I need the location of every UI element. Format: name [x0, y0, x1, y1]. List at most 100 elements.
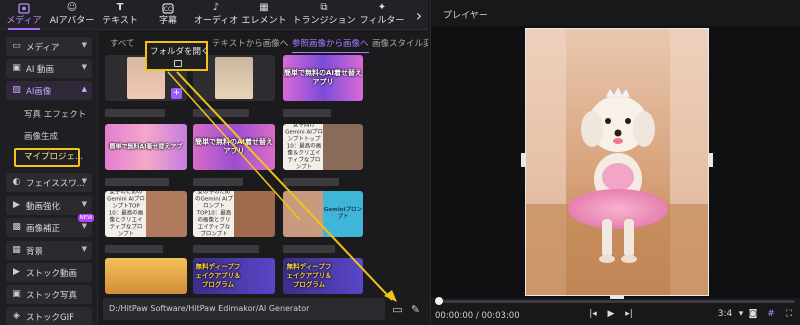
sidebar-sub-image-generation[interactable]: 画像生成: [24, 130, 58, 142]
image-fix-icon: ▩: [12, 222, 21, 232]
thumbnail-title: [193, 245, 259, 253]
chevron-down-icon: ▼: [81, 63, 87, 71]
stock-gif-icon: ◈: [13, 311, 20, 321]
project-thumbnail[interactable]: 女子のためのGemini AIプロンプトTOP 10：最高の画像とクリエイティブ…: [105, 191, 187, 237]
next-frame-icon[interactable]: ▸|: [623, 309, 635, 319]
tool-ai-avatar[interactable]: ☺ AIアバター: [48, 0, 96, 30]
grid-icon[interactable]: #: [765, 309, 777, 319]
play-icon[interactable]: ▶: [605, 309, 617, 319]
sidebar-item-stock-photo[interactable]: ▣ ストック写真: [6, 285, 92, 304]
sidebar-item-ai-image[interactable]: ▨ AI画像 ▲: [6, 81, 92, 100]
thumbnail-title: [283, 245, 335, 253]
chevron-up-icon: ▲: [81, 85, 87, 93]
preview-image: [526, 29, 708, 295]
thumbnail-title: [283, 109, 331, 117]
sidebar-item-stock-gif[interactable]: ◈ ストックGIF: [6, 307, 92, 325]
chevron-down-icon: ▼: [81, 200, 87, 208]
project-thumbnail[interactable]: 簡単で無料のAI着せ替えアプリ: [193, 124, 275, 170]
sidebar-item-stock-video[interactable]: ▶ ストック動画: [6, 263, 92, 282]
sidebar-item-background[interactable]: ▦ 背景 ▼: [6, 241, 92, 260]
open-folder-tooltip: フォルダを開く: [145, 41, 210, 71]
camera-icon[interactable]: ◙: [747, 309, 759, 319]
thumbnail-caption: 女子向けGemini AIプロンプトトップ10：最高の画像＆クリエイティブなプロ…: [285, 124, 323, 170]
sidebar-item-face-swap[interactable]: ◐ フェイススワ... ▼: [6, 173, 92, 192]
project-thumbnail[interactable]: 女の子のためのGemini AIプロンプトTOP10：最高の画像とクリエイティブ…: [193, 191, 275, 237]
resize-handle-left[interactable]: [521, 153, 525, 167]
chevron-down-icon: ▼: [81, 177, 87, 185]
project-thumbnail[interactable]: 簡単で無料AI着せ替えアプ: [105, 124, 187, 170]
thumbnail-caption: 簡単で無料AI着せ替えアプ: [109, 143, 183, 151]
tab-all[interactable]: すべて: [110, 37, 135, 49]
tool-element[interactable]: ▦ エレメント: [240, 0, 288, 30]
sidebar-item-media[interactable]: ▭ メディア ▼: [6, 37, 92, 56]
top-toolbar: メディア ☺ AIアバター T テキスト CC 字幕 ♪ オーディオ ▦ エレメ…: [0, 0, 428, 30]
ai-avatar-icon: ☺: [66, 2, 78, 13]
tool-audio[interactable]: ♪ オーディオ: [192, 0, 240, 30]
transition-icon: ⧉: [320, 2, 328, 13]
tool-subtitle-label: 字幕: [158, 16, 177, 26]
prev-frame-icon[interactable]: |◂: [587, 309, 599, 319]
folder-icon: [174, 60, 182, 67]
folder-media-icon: [17, 2, 31, 14]
thumbnail-title: [105, 245, 163, 253]
project-thumbnail[interactable]: 簡単で無料のAI着せ替えアプリ: [283, 55, 363, 101]
sidebar-item-label: ストックGIF: [26, 312, 74, 323]
tool-subtitle[interactable]: CC 字幕: [144, 0, 192, 30]
preview-frame[interactable]: [525, 28, 709, 296]
tool-element-label: エレメント: [241, 16, 287, 26]
project-thumbnail[interactable]: 無料ディープフェイクアプリ＆プログラム: [283, 258, 363, 294]
thumbnail-image: [215, 57, 253, 99]
media-browser: すべて テキストから画像へ 参照画像から画像へ 画像スタイル変 + 簡単で無料の…: [99, 31, 428, 325]
ai-image-icon: ▨: [12, 85, 21, 95]
stock-photo-icon: ▣: [12, 289, 21, 299]
aspect-ratio-select[interactable]: 3:4: [717, 309, 733, 319]
project-thumbnail[interactable]: 女子向けGemini AIプロンプトトップ10：最高の画像＆クリエイティブなプロ…: [283, 124, 363, 170]
tool-audio-label: オーディオ: [193, 16, 239, 26]
project-thumbnail[interactable]: 無料ディープフェイクアプリ＆プログラム: [193, 258, 275, 294]
tab-image-style[interactable]: 画像スタイル変: [372, 37, 428, 49]
add-to-timeline-button[interactable]: +: [171, 88, 182, 99]
resize-handle-bottom[interactable]: [610, 296, 624, 299]
filter-icon: ✦: [377, 2, 387, 13]
toolbar-next-button[interactable]: ›: [410, 0, 428, 30]
resize-handle-right[interactable]: [709, 153, 713, 167]
fullscreen-icon[interactable]: ⛶: [783, 309, 795, 319]
thumbnail-caption: Geminiプロンプト: [323, 207, 363, 220]
tool-text[interactable]: T テキスト: [96, 0, 144, 30]
thumbnail-title: [283, 178, 339, 186]
tool-transition-label: トランジション: [292, 16, 356, 26]
ai-video-icon: ▣: [12, 63, 21, 73]
open-folder-icon[interactable]: ▭: [391, 303, 404, 316]
video-enhance-icon: ▶: [13, 200, 20, 210]
sidebar-sub-my-projects[interactable]: マイプロジェ...: [14, 148, 83, 167]
sidebar-item-video-enhance[interactable]: ▶ 動画強化 ▼: [6, 196, 92, 215]
chevron-down-icon[interactable]: ▾: [735, 309, 747, 319]
tool-media[interactable]: メディア: [0, 0, 48, 30]
sidebar-sub-photo-effect[interactable]: 写真 エフェクト: [24, 108, 86, 120]
sidebar-item-label: AI画像: [26, 86, 52, 97]
tool-filter[interactable]: ✦ フィルター: [360, 0, 405, 30]
edit-pen-icon[interactable]: ✎: [409, 303, 422, 316]
thumbnail-caption: 簡単で無料のAI着せ替えアプリ: [283, 69, 363, 86]
sidebar-item-label: メディア: [26, 42, 60, 53]
tab-text-to-image[interactable]: テキストから画像へ: [212, 37, 288, 49]
tab-image-to-image[interactable]: 参照画像から画像へ: [292, 37, 369, 53]
tool-transition[interactable]: ⧉ トランジション: [288, 0, 360, 30]
background-icon: ▦: [12, 245, 21, 255]
thumbnail-title: [105, 178, 169, 186]
folder-path-field[interactable]: D:/HitPaw Software/HitPaw Edimakor/AI Ge…: [103, 298, 385, 320]
chevron-down-icon: ▼: [81, 222, 87, 230]
face-swap-icon: ◐: [12, 177, 21, 187]
playback-timeline[interactable]: [437, 300, 795, 303]
timeline-playhead[interactable]: [435, 297, 443, 305]
playback-time: 00:00:00 / 00:03:00: [435, 311, 520, 321]
project-thumbnail[interactable]: [105, 258, 187, 294]
audio-icon: ♪: [212, 2, 220, 13]
sidebar-item-label: 画像補正: [26, 223, 61, 234]
sidebar-item-ai-video[interactable]: ▣ AI 動画 ▼: [6, 59, 92, 78]
project-thumbnail[interactable]: Geminiプロンプト: [283, 191, 363, 237]
thumbnail-caption: 無料ディープフェイクアプリ＆プログラム: [195, 262, 241, 289]
thumbnail-caption: 簡単で無料のAI着せ替えアプリ: [194, 138, 274, 155]
sidebar-item-label: ストック写真: [26, 290, 78, 301]
new-badge: NEW: [78, 214, 94, 222]
